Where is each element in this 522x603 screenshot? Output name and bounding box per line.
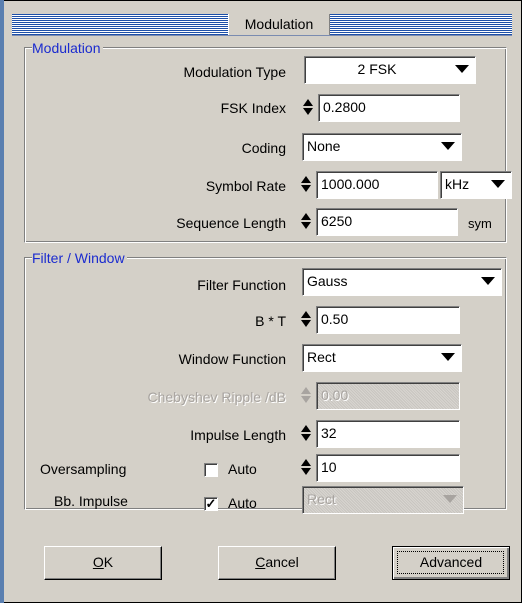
bb-impulse-select: Rect <box>302 486 464 514</box>
symbol-rate-unit-value: kHz <box>445 176 470 192</box>
symbol-rate-unit-select[interactable]: kHz <box>440 171 512 199</box>
dropdown-arrow-icon[interactable] <box>477 271 499 291</box>
chebyshev-ripple-input: 0.00 <box>316 382 460 410</box>
filter-window-group-legend: Filter / Window <box>32 250 127 266</box>
ok-label-rest: K <box>103 554 114 570</box>
impulse-length-spinner-icon[interactable] <box>300 421 314 445</box>
sequence-length-label: Sequence Length <box>176 215 286 231</box>
window-function-select[interactable]: Rect <box>302 344 462 372</box>
oversampling-input[interactable]: 10 <box>316 454 460 482</box>
bt-label: B * T <box>255 313 286 329</box>
symbol-rate-input[interactable]: 1000.000 <box>316 171 438 199</box>
bt-input[interactable]: 0.50 <box>316 306 460 334</box>
oversampling-auto-label[interactable]: Auto <box>228 460 257 478</box>
ok-mnemonic: O <box>92 554 104 570</box>
dropdown-arrow-icon <box>439 489 461 509</box>
bb-impulse-auto-label[interactable]: Auto <box>228 494 257 512</box>
ok-button[interactable]: OK <box>44 546 162 580</box>
advanced-button[interactable]: Advanced <box>392 546 510 580</box>
chebyshev-ripple-label: Chebyshev Ripple /dB <box>147 389 286 405</box>
dropdown-arrow-icon[interactable] <box>451 59 473 79</box>
symbol-rate-label: Symbol Rate <box>205 178 286 194</box>
dropdown-arrow-icon[interactable] <box>437 136 459 156</box>
bb-impulse-auto-checkbox[interactable]: ✓ <box>204 497 218 511</box>
modulation-type-label: Modulation Type <box>183 64 286 80</box>
title-bar[interactable]: Modulation <box>12 14 512 36</box>
checkmark-icon: ✓ <box>205 496 217 511</box>
fsk-index-input[interactable]: 0.2800 <box>318 94 460 122</box>
coding-value: None <box>307 138 341 154</box>
modulation-type-select[interactable]: 2 FSK <box>304 56 476 84</box>
cancel-label-rest: ancel <box>265 554 299 570</box>
cancel-button[interactable]: Cancel <box>218 546 336 580</box>
modulation-group-legend: Modulation <box>32 40 103 56</box>
bt-spinner-icon[interactable] <box>300 307 314 331</box>
coding-select[interactable]: None <box>302 133 462 161</box>
window-function-value: Rect <box>307 349 336 365</box>
focus-rectangle <box>397 551 504 574</box>
sequence-length-spinner-icon[interactable] <box>300 209 314 233</box>
chebyshev-ripple-spinner-icon <box>300 383 314 407</box>
modulation-type-value: 2 FSK <box>357 61 397 77</box>
filter-function-value: Gauss <box>307 273 348 289</box>
cancel-mnemonic: C <box>255 554 266 570</box>
sequence-length-unit: sym <box>468 216 492 231</box>
bb-impulse-label: Bb. Impulse <box>54 493 128 509</box>
dropdown-arrow-icon[interactable] <box>487 174 509 194</box>
window-function-label: Window Function <box>178 351 286 367</box>
window-title: Modulation <box>228 14 330 35</box>
bb-impulse-value: Rect <box>307 491 336 507</box>
fsk-index-spinner-icon[interactable] <box>302 95 316 119</box>
impulse-length-input[interactable]: 32 <box>316 420 460 448</box>
fsk-index-label: FSK Index <box>220 100 286 116</box>
dropdown-arrow-icon[interactable] <box>437 347 459 367</box>
window-left-edge <box>0 0 4 603</box>
symbol-rate-spinner-icon[interactable] <box>300 172 314 196</box>
impulse-length-label: Impulse Length <box>190 427 286 443</box>
oversampling-auto-checkbox[interactable] <box>204 463 218 477</box>
oversampling-label: Oversampling <box>40 461 127 477</box>
coding-label: Coding <box>241 140 286 156</box>
filter-function-label: Filter Function <box>197 277 286 293</box>
filter-function-select[interactable]: Gauss <box>302 268 502 296</box>
sequence-length-input[interactable]: 6250 <box>316 208 458 236</box>
oversampling-spinner-icon[interactable] <box>300 455 314 479</box>
